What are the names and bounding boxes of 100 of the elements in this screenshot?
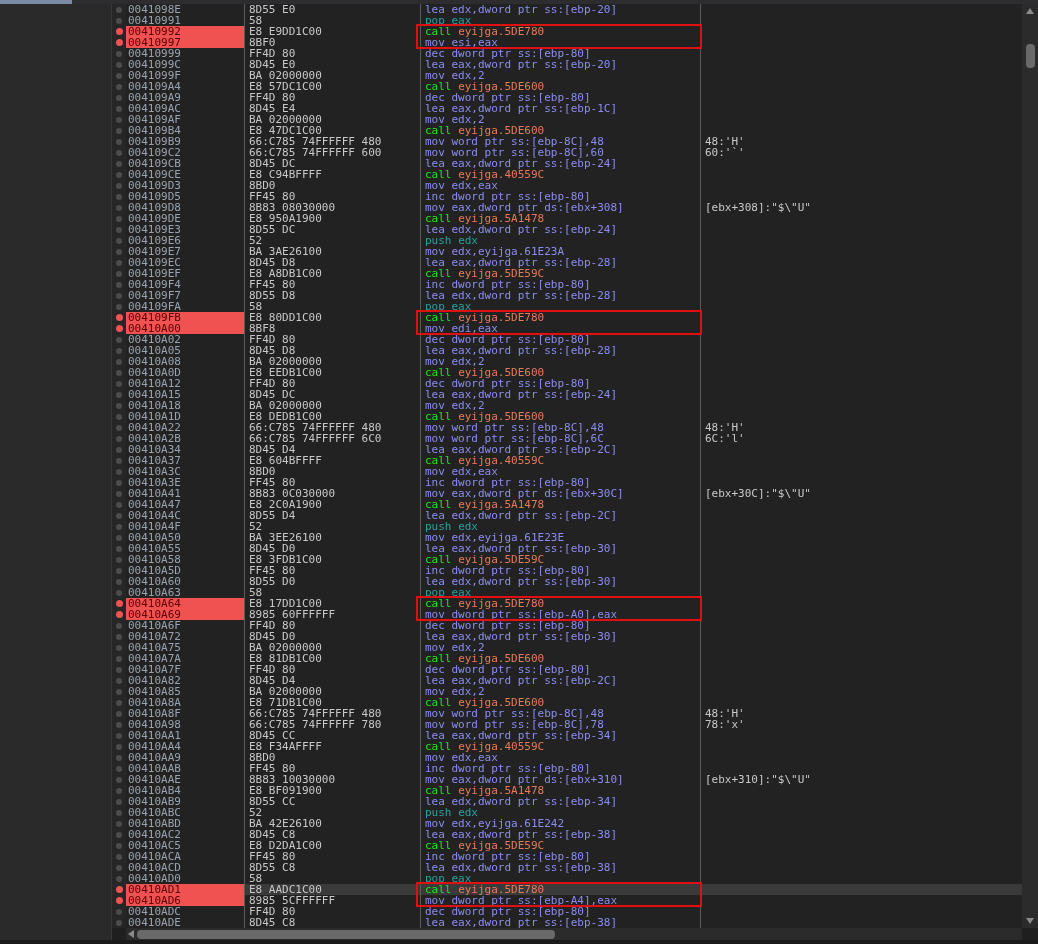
breakpoint-dot-icon[interactable]	[116, 402, 122, 409]
breakpoint-dot-icon[interactable]	[116, 754, 122, 761]
breakpoint-dot-icon[interactable]	[116, 633, 122, 640]
breakpoint-dot-icon[interactable]	[115, 314, 123, 321]
breakpoint-dot-icon[interactable]	[116, 138, 122, 145]
instruction-cell: inc dword ptr ss:[ebp-80]	[421, 477, 701, 488]
breakpoint-dot-icon[interactable]	[116, 424, 122, 431]
scroll-thumb[interactable]	[137, 929, 555, 939]
breakpoint-dot-icon[interactable]	[116, 809, 122, 816]
breakpoint-dot-icon[interactable]	[116, 17, 122, 24]
breakpoint-dot-icon[interactable]	[115, 897, 123, 904]
breakpoint-dot-icon[interactable]	[116, 721, 122, 728]
breakpoint-dot-icon[interactable]	[116, 369, 122, 376]
breakpoint-dot-icon[interactable]	[116, 215, 122, 222]
breakpoint-dot-icon[interactable]	[116, 358, 122, 365]
scroll-thumb[interactable]	[1025, 44, 1035, 68]
breakpoint-dot-icon[interactable]	[116, 501, 122, 508]
breakpoint-dot-icon[interactable]	[116, 831, 122, 838]
vertical-scrollbar[interactable]	[1022, 4, 1038, 928]
breakpoint-dot-icon[interactable]	[116, 853, 122, 860]
breakpoint-dot-icon[interactable]	[116, 270, 122, 277]
breakpoint-dot-icon[interactable]	[116, 105, 122, 112]
breakpoint-dot-icon[interactable]	[116, 94, 122, 101]
breakpoint-dot-icon[interactable]	[116, 545, 122, 552]
scroll-up-icon[interactable]	[1026, 8, 1034, 14]
breakpoint-dot-icon[interactable]	[116, 919, 122, 926]
breakpoint-dot-icon[interactable]	[116, 127, 122, 134]
breakpoint-dot-icon[interactable]	[116, 72, 122, 79]
instruction-cell: mov word ptr ss:[ebp-8C],6C	[421, 433, 701, 444]
breakpoint-dot-icon[interactable]	[116, 391, 122, 398]
breakpoint-dot-icon[interactable]	[116, 193, 122, 200]
breakpoint-dot-icon[interactable]	[116, 83, 122, 90]
address-cell: 00410A6F	[126, 620, 245, 631]
breakpoint-dot-icon[interactable]	[116, 446, 122, 453]
breakpoint-dot-icon[interactable]	[116, 578, 122, 585]
breakpoint-dot-icon[interactable]	[116, 149, 122, 156]
breakpoint-dot-icon[interactable]	[116, 787, 122, 794]
breakpoint-dot-icon[interactable]	[116, 237, 122, 244]
selected-row[interactable]: 00410AD1 E8 AADC1C00 call eyijga.5DE780	[112, 884, 1022, 895]
bytes-cell: E8 950A1900	[245, 213, 421, 224]
instruction-cell: lea eax,dword ptr ss:[ebp-20]	[421, 59, 701, 70]
breakpoint-dot-icon[interactable]	[116, 182, 122, 189]
breakpoint-dot-icon[interactable]	[116, 534, 122, 541]
address-cell: 00410999	[126, 48, 245, 59]
breakpoint-dot-icon[interactable]	[116, 875, 122, 882]
breakpoint-dot-icon[interactable]	[116, 765, 122, 772]
breakpoint-dot-icon[interactable]	[115, 886, 123, 893]
breakpoint-dot-icon[interactable]	[116, 864, 122, 871]
breakpoint-dot-icon[interactable]	[115, 39, 123, 46]
breakpoint-dot-icon[interactable]	[116, 732, 122, 739]
breakpoint-dot-icon[interactable]	[115, 600, 123, 607]
breakpoint-dot-icon[interactable]	[116, 622, 122, 629]
breakpoint-dot-icon[interactable]	[116, 567, 122, 574]
breakpoint-dot-icon[interactable]	[116, 699, 122, 706]
breakpoint-dot-icon[interactable]	[116, 457, 122, 464]
breakpoint-dot-icon[interactable]	[115, 325, 123, 332]
breakpoint-dot-icon[interactable]	[116, 6, 122, 13]
breakpoint-dot-icon[interactable]	[116, 776, 122, 783]
scroll-down-icon[interactable]	[1026, 918, 1034, 924]
breakpoint-dot-icon[interactable]	[116, 666, 122, 673]
breakpoint-dot-icon[interactable]	[116, 226, 122, 233]
breakpoint-dot-icon[interactable]	[116, 798, 122, 805]
breakpoint-dot-icon[interactable]	[116, 908, 122, 915]
breakpoint-dot-icon[interactable]	[116, 468, 122, 475]
breakpoint-dot-icon[interactable]	[116, 435, 122, 442]
breakpoint-dot-icon[interactable]	[116, 512, 122, 519]
breakpoint-dot-icon[interactable]	[116, 842, 122, 849]
breakpoint-dot-icon[interactable]	[115, 611, 123, 618]
breakpoint-dot-icon[interactable]	[116, 50, 122, 57]
breakpoint-dot-icon[interactable]	[115, 28, 123, 35]
breakpoint-dot-icon[interactable]	[116, 281, 122, 288]
breakpoint-dot-icon[interactable]	[116, 556, 122, 563]
breakpoint-dot-icon[interactable]	[116, 820, 122, 827]
breakpoint-dot-icon[interactable]	[116, 292, 122, 299]
instruction-cell: mov edx,eyijga.61E242	[421, 818, 701, 829]
breakpoint-dot-icon[interactable]	[116, 413, 122, 420]
breakpoint-dot-icon[interactable]	[116, 380, 122, 387]
breakpoint-dot-icon[interactable]	[116, 204, 122, 211]
breakpoint-dot-icon[interactable]	[116, 644, 122, 651]
breakpoint-dot-icon[interactable]	[116, 589, 122, 596]
scroll-left-icon[interactable]	[128, 930, 134, 938]
breakpoint-dot-icon[interactable]	[116, 655, 122, 662]
bytes-cell: E8 AADC1C00	[245, 884, 421, 895]
breakpoint-dot-icon[interactable]	[116, 677, 122, 684]
breakpoint-dot-icon[interactable]	[116, 160, 122, 167]
breakpoint-dot-icon[interactable]	[116, 479, 122, 486]
breakpoint-dot-icon[interactable]	[116, 259, 122, 266]
breakpoint-dot-icon[interactable]	[116, 116, 122, 123]
horizontal-scrollbar[interactable]	[126, 928, 1022, 940]
breakpoint-dot-icon[interactable]	[116, 61, 122, 68]
breakpoint-dot-icon[interactable]	[116, 347, 122, 354]
breakpoint-dot-icon[interactable]	[116, 248, 122, 255]
breakpoint-dot-icon[interactable]	[116, 688, 122, 695]
breakpoint-dot-icon[interactable]	[116, 336, 122, 343]
breakpoint-dot-icon[interactable]	[116, 710, 122, 717]
breakpoint-dot-icon[interactable]	[116, 523, 122, 530]
breakpoint-dot-icon[interactable]	[116, 303, 122, 310]
breakpoint-dot-icon[interactable]	[116, 490, 122, 497]
breakpoint-dot-icon[interactable]	[116, 743, 122, 750]
breakpoint-dot-icon[interactable]	[116, 171, 122, 178]
